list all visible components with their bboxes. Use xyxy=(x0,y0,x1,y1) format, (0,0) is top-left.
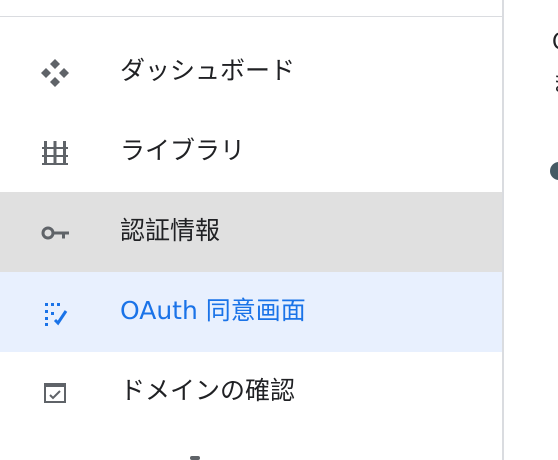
library-icon xyxy=(38,136,72,170)
key-icon xyxy=(38,216,72,250)
sidebar-item-label: ライブラリ xyxy=(120,136,246,165)
sidebar-item-library[interactable]: ライブラリ xyxy=(0,112,502,192)
status-dot-icon xyxy=(550,162,558,180)
sidebar-item-partial[interactable] xyxy=(0,432,502,460)
sidebar-item-domain-verification[interactable]: ドメインの確認 xyxy=(0,352,502,432)
sidebar-item-label: 認証情報 xyxy=(120,216,221,245)
oauth-consent-icon xyxy=(38,296,72,330)
api-console-sidebar-page: ダッシュボード ライブラリ 認証情報 OAuth 同意画面 ドメインの確認 xyxy=(0,0,558,460)
domain-verification-icon xyxy=(38,376,72,410)
sidebar-item-label: OAuth 同意画面 xyxy=(120,296,306,325)
sidebar-item-label: ダッシュボード xyxy=(120,56,296,85)
clipped-text: O xyxy=(552,30,558,55)
clipped-text: ま xyxy=(552,66,558,98)
sidebar-item-label: ドメインの確認 xyxy=(120,376,296,405)
sidebar-item-dashboard[interactable]: ダッシュボード xyxy=(0,32,502,112)
sidebar-item-oauth-consent[interactable]: OAuth 同意画面 xyxy=(0,272,502,352)
sidebar-nav: ダッシュボード ライブラリ 認証情報 OAuth 同意画面 ドメインの確認 xyxy=(0,32,502,432)
partial-label-fragment xyxy=(190,456,200,460)
sidebar-item-credentials[interactable]: 認証情報 xyxy=(0,192,502,272)
dashboard-icon xyxy=(38,56,72,90)
main-content-clipped: O ま xyxy=(504,0,558,460)
top-divider xyxy=(0,16,502,17)
